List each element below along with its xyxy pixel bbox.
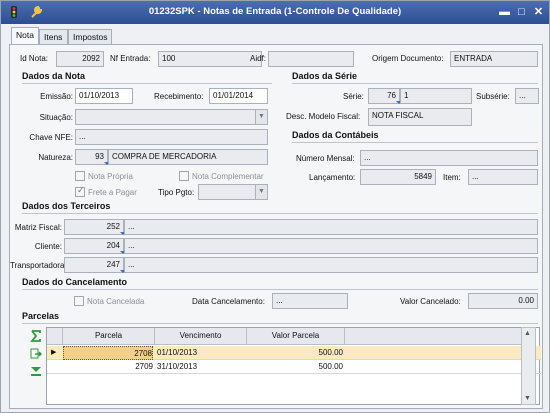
sum-icon[interactable] <box>30 330 42 342</box>
nf-entrada-label: Nf Entrada: <box>110 54 151 63</box>
frete-pagar-checkbox[interactable] <box>75 185 85 197</box>
modelo-fiscal-label: Desc. Modelo Fiscal: <box>286 112 361 121</box>
modelo-fiscal-field: NOTA FISCAL <box>368 108 472 126</box>
origem-documento-field[interactable]: ENTRADA <box>450 51 538 67</box>
chevron-down-icon[interactable]: ▼ <box>255 110 267 124</box>
expand-down-icon[interactable] <box>30 365 42 377</box>
tipo-pgto-label: Tipo Pgto: <box>158 188 195 197</box>
aidf-field[interactable] <box>268 51 354 67</box>
tab-itens[interactable]: Itens <box>39 29 68 44</box>
recebimento-label: Recebimento: <box>154 92 204 101</box>
transportadora-code-field[interactable]: 247 <box>64 257 124 273</box>
matriz-code-field[interactable]: 252 <box>64 219 124 235</box>
divider <box>292 142 538 143</box>
table-row[interactable]: 2709 31/10/2013 500.00 <box>47 360 541 374</box>
cliente-label: Cliente: <box>34 242 62 251</box>
recebimento-field[interactable]: 01/01/2014 <box>209 88 268 104</box>
nota-cancelada-checkbox[interactable] <box>74 296 84 306</box>
natureza-label: Natureza: <box>38 153 73 162</box>
cliente-desc-field: ... <box>124 238 538 254</box>
dados-serie-heading: Dados da Série <box>292 71 358 81</box>
subserie-field[interactable]: ... <box>515 88 539 104</box>
divider <box>22 213 538 214</box>
transportadora-label: Transportadora: <box>10 261 67 270</box>
divider <box>22 323 538 324</box>
nota-complementar-label: Nota Complementar <box>192 172 264 181</box>
matriz-desc-field: ... <box>124 219 538 235</box>
cell-valor[interactable]: 500.00 <box>247 360 343 374</box>
tab-impostos[interactable]: Impostos <box>68 29 112 44</box>
serie-label: Série: <box>343 92 364 101</box>
serie-desc-field: 1 <box>400 88 472 104</box>
nota-propria-checkbox[interactable] <box>75 171 85 181</box>
terceiros-heading: Dados dos Terceiros <box>22 201 111 211</box>
column-header-vencimento[interactable]: Vencimento <box>155 328 247 345</box>
item-field[interactable]: ... <box>468 169 538 185</box>
tab-nota[interactable]: Nota <box>11 27 39 44</box>
lancamento-label: Lançamento: <box>309 173 356 182</box>
cell-vencimento[interactable]: 31/10/2013 <box>157 360 245 374</box>
dados-nota-heading: Dados da Nota <box>22 71 86 81</box>
data-cancelamento-field[interactable]: ... <box>272 293 348 309</box>
cell-parcela[interactable]: 2708 <box>63 346 153 360</box>
empty-header <box>345 328 521 345</box>
window-title: 01232SPK - Notas de Entrada (1-Controle … <box>148 6 402 17</box>
nota-cancelada-label: Nota Cancelada <box>87 297 145 306</box>
emissao-field[interactable]: 01/10/2013 <box>75 88 133 104</box>
export-icon[interactable] <box>30 348 42 360</box>
id-nota-field[interactable]: 2092 <box>56 51 104 67</box>
divider <box>292 83 538 84</box>
table-row[interactable]: ▶ 2708 01/10/2013 500.00 <box>47 346 541 360</box>
row-indicator-header <box>47 328 63 345</box>
divider <box>22 83 272 84</box>
column-header-parcela[interactable]: Parcela <box>63 328 155 345</box>
minimize-icon[interactable]: ▬ <box>497 5 512 19</box>
chave-nfe-label: Chave NFE: <box>29 133 73 142</box>
column-header-valor-parcela[interactable]: Valor Parcela <box>247 328 345 345</box>
numero-mensal-label: Número Mensal: <box>296 154 355 163</box>
close-icon[interactable]: ✕ <box>531 5 546 19</box>
item-label: Item: <box>443 173 461 182</box>
parcelas-heading: Parcelas <box>22 311 60 321</box>
emissao-label: Emissão: <box>40 92 73 101</box>
cell-vencimento[interactable]: 01/10/2013 <box>157 346 245 360</box>
cell-valor[interactable]: 500.00 <box>247 346 343 360</box>
valor-cancelado-field[interactable]: 0.00 <box>468 293 538 309</box>
window: 01232SPK - Notas de Entrada (1-Controle … <box>0 0 550 413</box>
cliente-code-field[interactable]: 204 <box>64 238 124 254</box>
frete-pagar-label: Frete a Pagar <box>88 188 137 197</box>
id-nota-label: Id Nota: <box>20 54 49 63</box>
cell-parcela[interactable]: 2709 <box>63 360 153 374</box>
vertical-scrollbar[interactable]: ▲ ▼ <box>521 327 536 405</box>
valor-cancelado-label: Valor Cancelado: <box>400 297 461 306</box>
matriz-fiscal-label: Matriz Fiscal: <box>14 223 62 232</box>
dados-contabeis-heading: Dados da Contábeis <box>292 130 379 140</box>
chave-nfe-field[interactable]: ... <box>75 129 268 145</box>
aidf-label: Aidf: <box>250 54 267 63</box>
chevron-down-icon[interactable]: ▼ <box>255 185 267 199</box>
transportadora-desc-field: ... <box>124 257 538 273</box>
parcelas-table: Parcela Vencimento Valor Parcela ▶ 2708 … <box>46 327 541 405</box>
natureza-desc-field: COMPRA DE MERCADORIA <box>108 149 268 165</box>
origem-documento-label: Origem Documento: <box>372 54 444 63</box>
scroll-down-icon[interactable]: ▼ <box>524 395 531 402</box>
situacao-label: Situação: <box>39 113 73 122</box>
cancelamento-heading: Dados do Cancelamento <box>22 277 128 287</box>
situacao-select[interactable] <box>75 109 268 125</box>
data-cancelamento-label: Data Cancelamento: <box>192 297 265 306</box>
maximize-icon[interactable]: □ <box>514 5 529 19</box>
nota-complementar-checkbox[interactable] <box>179 171 189 181</box>
subserie-label: Subsérie: <box>476 92 510 101</box>
nf-entrada-field[interactable]: 100 <box>158 51 262 67</box>
nota-propria-label: Nota Própria <box>88 172 133 181</box>
current-row-icon: ▶ <box>51 349 57 356</box>
scroll-up-icon[interactable]: ▲ <box>524 330 531 337</box>
nota-tab-panel: Id Nota: 2092 Nf Entrada: 100 Aidf: Orig… <box>9 44 543 409</box>
title-bar: 01232SPK - Notas de Entrada (1-Controle … <box>1 1 549 24</box>
divider <box>22 289 538 290</box>
lancamento-field[interactable]: 5849 <box>360 169 436 185</box>
numero-mensal-field[interactable]: ... <box>360 150 538 166</box>
